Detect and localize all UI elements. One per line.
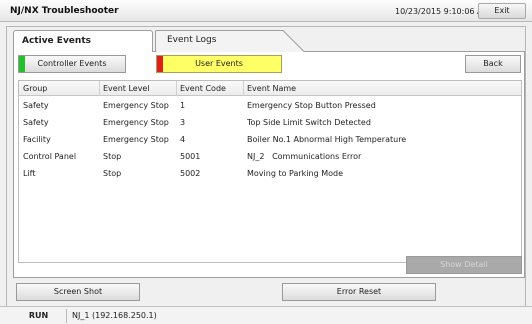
user-events-button[interactable]: User Events	[156, 55, 282, 73]
cell-event-code: 4	[180, 135, 186, 144]
cell-event-code: 5001	[180, 152, 201, 161]
column-header-group[interactable]: Group	[23, 84, 47, 93]
exit-button[interactable]: Exit	[478, 3, 526, 19]
table-header: Group Event Level Event Code Event Name	[19, 81, 521, 96]
controller-events-button[interactable]: Controller Events	[18, 55, 126, 73]
controller-status-indicator	[19, 56, 25, 72]
column-header-event-name[interactable]: Event Name	[247, 84, 296, 93]
cell-group: Safety	[23, 101, 49, 110]
table-row[interactable]: Lift Stop 5002 Moving to Parking Mode	[19, 166, 521, 182]
column-divider[interactable]	[99, 81, 100, 96]
cell-event-level: Emergency Stop	[103, 135, 169, 144]
cell-event-name: Boiler No.1 Abnormal High Temperature	[247, 135, 407, 144]
show-detail-button[interactable]: Show Detail	[406, 256, 522, 274]
cell-group: Lift	[23, 169, 36, 178]
table-row[interactable]: Control Panel Stop 5001 NJ_2 Communicati…	[19, 149, 521, 165]
cell-event-level: Emergency Stop	[103, 101, 169, 110]
datetime-display: 10/23/2015 9:10:06 AM	[395, 7, 490, 16]
cell-event-name: Moving to Parking Mode	[247, 169, 344, 178]
run-mode-indicator: RUN	[28, 311, 49, 320]
tab-active-events[interactable]: Active Events	[13, 30, 153, 52]
column-header-event-level[interactable]: Event Level	[103, 84, 150, 93]
screen-shot-button[interactable]: Screen Shot	[16, 283, 140, 301]
cell-event-level: Stop	[103, 169, 122, 178]
back-button[interactable]: Back	[465, 55, 521, 73]
user-events-label: User Events	[195, 59, 243, 68]
table-row[interactable]: Facility Emergency Stop 4 Boiler No.1 Ab…	[19, 132, 521, 148]
status-divider	[66, 309, 67, 323]
tab-event-logs-label: Event Logs	[167, 35, 217, 45]
controller-events-label: Controller Events	[37, 59, 107, 68]
cell-event-code: 3	[180, 118, 186, 127]
cell-event-code: 1	[180, 101, 186, 110]
column-divider[interactable]	[243, 81, 244, 96]
table-row[interactable]: Safety Emergency Stop 1 Emergency Stop B…	[19, 98, 521, 114]
cell-event-code: 5002	[180, 169, 201, 178]
title-bar: NJ/NX Troubleshooter 10/23/2015 9:10:06 …	[0, 0, 532, 22]
cell-event-name: Top Side Limit Switch Detected	[247, 118, 371, 127]
column-header-event-code[interactable]: Event Code	[180, 84, 226, 93]
cell-event-level: Emergency Stop	[103, 118, 169, 127]
tab-event-logs[interactable]: Event Logs	[155, 30, 305, 52]
events-table: Group Event Level Event Code Event Name …	[18, 80, 522, 263]
connection-info: NJ_1 (192.168.250.1)	[72, 311, 157, 320]
column-divider[interactable]	[176, 81, 177, 96]
cell-event-level: Stop	[103, 152, 122, 161]
status-bar: RUN NJ_1 (192.168.250.1)	[0, 306, 532, 324]
cell-event-name: Emergency Stop Button Pressed	[247, 101, 376, 110]
app-title: NJ/NX Troubleshooter	[10, 6, 119, 16]
cell-group: Facility	[23, 135, 51, 144]
user-status-indicator	[157, 56, 163, 72]
table-row[interactable]: Safety Emergency Stop 3 Top Side Limit S…	[19, 115, 521, 131]
cell-group: Control Panel	[23, 152, 77, 161]
cell-group: Safety	[23, 118, 49, 127]
cell-event-name: NJ_2 Communications Error	[247, 152, 362, 161]
error-reset-button[interactable]: Error Reset	[282, 283, 436, 301]
